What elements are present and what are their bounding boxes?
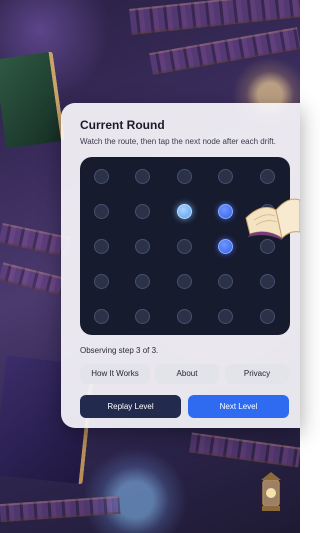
grid-node[interactable] (93, 203, 109, 219)
grid-node[interactable] (218, 168, 233, 184)
grid-node[interactable] (93, 168, 109, 184)
grid-node[interactable] (218, 273, 233, 289)
background-shelf (0, 495, 121, 523)
grid-node[interactable] (259, 308, 275, 324)
grid-node[interactable] (218, 203, 233, 219)
background-shelf (149, 27, 300, 75)
grid-node[interactable] (135, 168, 150, 184)
grid-node[interactable] (259, 273, 275, 289)
grid-node[interactable] (93, 238, 109, 254)
privacy-button[interactable]: Privacy (225, 364, 289, 384)
grid-node[interactable] (218, 308, 233, 324)
node-grid (80, 157, 290, 335)
grid-node[interactable] (176, 203, 192, 219)
grid-node[interactable] (218, 238, 233, 254)
background-book (0, 51, 65, 149)
replay-level-button[interactable]: Replay Level (80, 395, 181, 418)
grid-node[interactable] (259, 168, 275, 184)
round-title: Current Round (80, 118, 165, 132)
grid-node[interactable] (135, 238, 150, 254)
round-instructions: Watch the route, then tap the next node … (80, 137, 276, 146)
grid-node[interactable] (135, 273, 150, 289)
grid-node[interactable] (135, 308, 150, 324)
grid-node[interactable] (93, 273, 109, 289)
grid-node[interactable] (259, 238, 275, 254)
background-shelf (189, 432, 300, 468)
about-button[interactable]: About (155, 364, 219, 384)
grid-node[interactable] (93, 308, 109, 324)
grid-node[interactable] (259, 203, 275, 219)
grid-node[interactable] (176, 273, 192, 289)
how-it-works-button[interactable]: How It Works (80, 364, 150, 384)
grid-node[interactable] (135, 203, 150, 219)
next-level-button[interactable]: Next Level (188, 395, 289, 418)
round-status: Observing step 3 of 3. (80, 346, 159, 355)
background-shelf (129, 0, 300, 35)
background-shelf (0, 262, 67, 296)
grid-node[interactable] (176, 168, 192, 184)
grid-node[interactable] (176, 308, 192, 324)
grid-node[interactable] (176, 238, 192, 254)
